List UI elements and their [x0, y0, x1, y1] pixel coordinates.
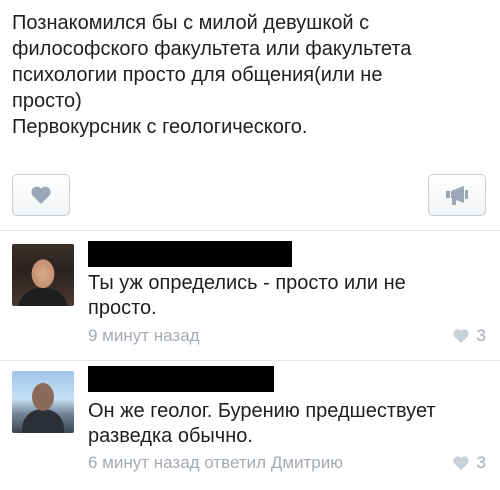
post-text: Познакомился бы с милой девушкой с филос…: [12, 10, 492, 140]
post-text-line: психологии просто для общения(или не: [12, 64, 383, 86]
author-name-redacted: [88, 366, 274, 392]
post-text-line: философского факультета или факультета: [12, 38, 412, 60]
comment-text: Он же геолог. Бурению предшествует разве…: [88, 399, 488, 449]
like-button[interactable]: [12, 174, 70, 216]
comment-like-button[interactable]: 3: [452, 453, 486, 473]
post-text-line: просто): [12, 90, 82, 112]
heart-icon: [452, 329, 469, 344]
heart-icon: [31, 186, 51, 204]
avatar[interactable]: [12, 244, 74, 306]
comment-text-line: просто.: [88, 297, 157, 319]
comment-text-line: Он же геолог. Бурению предшествует: [88, 400, 436, 422]
heart-icon: [452, 456, 469, 471]
avatar[interactable]: [12, 371, 74, 433]
share-button[interactable]: [428, 174, 486, 216]
like-count: 3: [476, 326, 486, 345]
comment: Он же геолог. Бурению предшествует разве…: [0, 361, 500, 490]
comment-text: Ты уж определись - просто или не просто.: [88, 271, 488, 321]
megaphone-icon: [446, 186, 468, 205]
comment-text-line: разведка обычно.: [88, 425, 253, 447]
author-name-redacted: [88, 241, 292, 267]
comment: Ты уж определись - просто или не просто.…: [0, 231, 500, 360]
comment-like-button[interactable]: 3: [452, 326, 486, 346]
comment-time[interactable]: 9 минут назад: [88, 326, 200, 346]
comment-time[interactable]: 6 минут назад ответил Дмитрию: [88, 453, 343, 473]
comment-text-line: Ты уж определись - просто или не: [88, 272, 406, 294]
post-text-line: Познакомился бы с милой девушкой с: [12, 12, 370, 34]
like-count: 3: [476, 453, 486, 472]
post-text-line: Первокурсник с геологического.: [12, 116, 308, 138]
